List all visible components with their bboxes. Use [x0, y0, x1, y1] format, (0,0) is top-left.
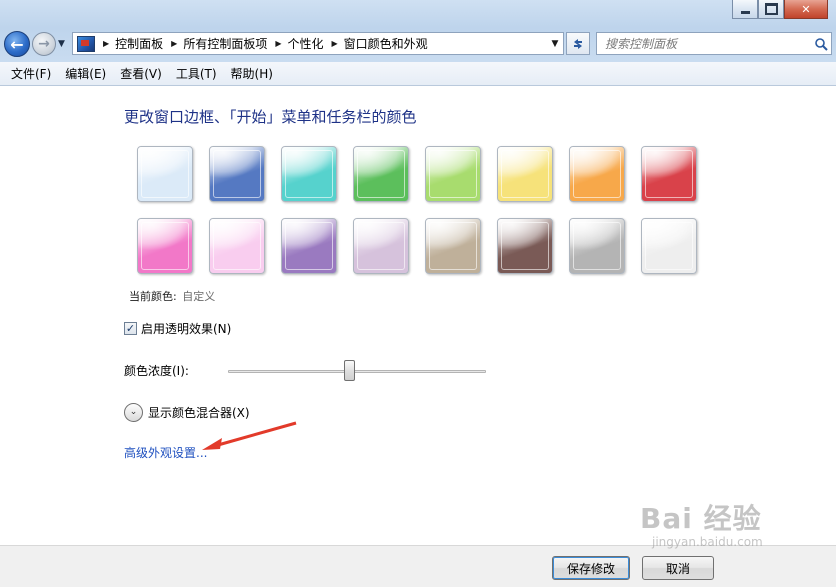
color-swatch-chocolate[interactable]: [497, 218, 553, 274]
close-icon: ✕: [801, 2, 811, 16]
watermark-url: jingyan.baidu.com: [652, 535, 763, 549]
refresh-icon: [574, 38, 582, 49]
window-frame: ✕ ← → ▼ ▶ 控制面板 ▶ 所有控制面板项 ▶ 个性化 ▶ 窗口颜色和外观…: [0, 0, 836, 62]
transparency-checkbox[interactable]: ✓: [124, 322, 137, 335]
color-swatch-ruby[interactable]: [641, 146, 697, 202]
watermark-logo: Bai 经验: [640, 502, 762, 535]
breadcrumb-personalization[interactable]: 个性化: [288, 35, 324, 52]
navigation-row: ← → ▼ ▶ 控制面板 ▶ 所有控制面板项 ▶ 个性化 ▶ 窗口颜色和外观 ▼: [0, 29, 836, 59]
color-swatch-sky[interactable]: [137, 146, 193, 202]
menu-view[interactable]: 查看(V): [113, 65, 169, 82]
save-changes-button[interactable]: 保存修改: [552, 556, 630, 580]
transparency-option[interactable]: ✓ 启用透明效果(N): [124, 320, 231, 337]
main-content: 更改窗口边框、「开始」菜单和任务栏的颜色 当前颜色: 自定义 ✓ 启用透明效果(…: [0, 87, 836, 544]
search-icon[interactable]: [811, 34, 831, 54]
color-swatch-fuchsia[interactable]: [137, 218, 193, 274]
current-color-info: 当前颜色: 自定义: [129, 288, 215, 304]
color-swatch-sun[interactable]: [497, 146, 553, 202]
color-intensity-slider-track[interactable]: [228, 370, 486, 373]
color-swatch-violet[interactable]: [281, 218, 337, 274]
maximize-button[interactable]: [758, 0, 784, 19]
menu-bar: 文件(F) 编辑(E) 查看(V) 工具(T) 帮助(H): [0, 62, 836, 86]
breadcrumb-separator-icon[interactable]: ▶: [275, 39, 281, 48]
breadcrumb-separator-icon[interactable]: ▶: [103, 39, 109, 48]
back-button[interactable]: ←: [4, 31, 30, 57]
search-box[interactable]: [596, 32, 832, 55]
back-arrow-icon: ←: [10, 34, 24, 54]
color-swatch-sea[interactable]: [281, 146, 337, 202]
address-bar[interactable]: ▶ 控制面板 ▶ 所有控制面板项 ▶ 个性化 ▶ 窗口颜色和外观 ▼: [72, 32, 564, 55]
address-dropdown-icon[interactable]: ▼: [547, 33, 563, 54]
menu-help[interactable]: 帮助(H): [224, 65, 280, 82]
current-color-label: 当前颜色:: [129, 290, 177, 303]
breadcrumb-separator-icon[interactable]: ▶: [171, 39, 177, 48]
caption-buttons: ✕: [732, 0, 828, 19]
checkmark-icon: ✓: [125, 322, 136, 335]
menu-tools[interactable]: 工具(T): [169, 65, 224, 82]
menu-file[interactable]: 文件(F): [4, 65, 58, 82]
breadcrumb-window-color[interactable]: 窗口颜色和外观: [344, 35, 428, 52]
color-swatch-frost[interactable]: [641, 218, 697, 274]
color-intensity-slider-thumb[interactable]: [343, 360, 355, 381]
breadcrumb-control-panel[interactable]: 控制面板: [115, 35, 163, 52]
forward-arrow-icon: →: [38, 36, 50, 52]
search-input[interactable]: [605, 36, 811, 51]
control-panel-icon: [77, 35, 95, 52]
color-swatch-twilight[interactable]: [209, 146, 265, 202]
forward-button[interactable]: →: [32, 32, 56, 56]
breadcrumb-all-items[interactable]: 所有控制面板项: [183, 35, 267, 52]
breadcrumb-separator-icon[interactable]: ▶: [332, 39, 338, 48]
color-swatch-lavender[interactable]: [353, 218, 409, 274]
advanced-appearance-link[interactable]: 高级外观设置...: [124, 444, 207, 461]
menu-edit[interactable]: 编辑(E): [58, 65, 113, 82]
color-swatch-taupe[interactable]: [425, 218, 481, 274]
color-swatch-leaf[interactable]: [353, 146, 409, 202]
current-color-value: 自定义: [182, 290, 216, 303]
color-swatch-blush[interactable]: [209, 218, 265, 274]
color-swatch-pumpkin[interactable]: [569, 146, 625, 202]
close-button[interactable]: ✕: [784, 0, 828, 19]
chevron-down-icon[interactable]: ⌄: [124, 403, 143, 422]
color-swatch-slate[interactable]: [569, 218, 625, 274]
transparency-label[interactable]: 启用透明效果(N): [141, 320, 231, 337]
page-title: 更改窗口边框、「开始」菜单和任务栏的颜色: [124, 108, 417, 126]
annotation-arrow-icon: [202, 421, 297, 450]
color-intensity-label: 颜色浓度(I):: [124, 364, 189, 378]
refresh-button[interactable]: [566, 32, 590, 55]
baidu-watermark: Bai 经验 jingyan.baidu.com: [640, 497, 830, 567]
color-swatch-lime[interactable]: [425, 146, 481, 202]
recent-pages-dropdown[interactable]: ▼: [58, 38, 70, 50]
minimize-button[interactable]: [732, 0, 758, 19]
